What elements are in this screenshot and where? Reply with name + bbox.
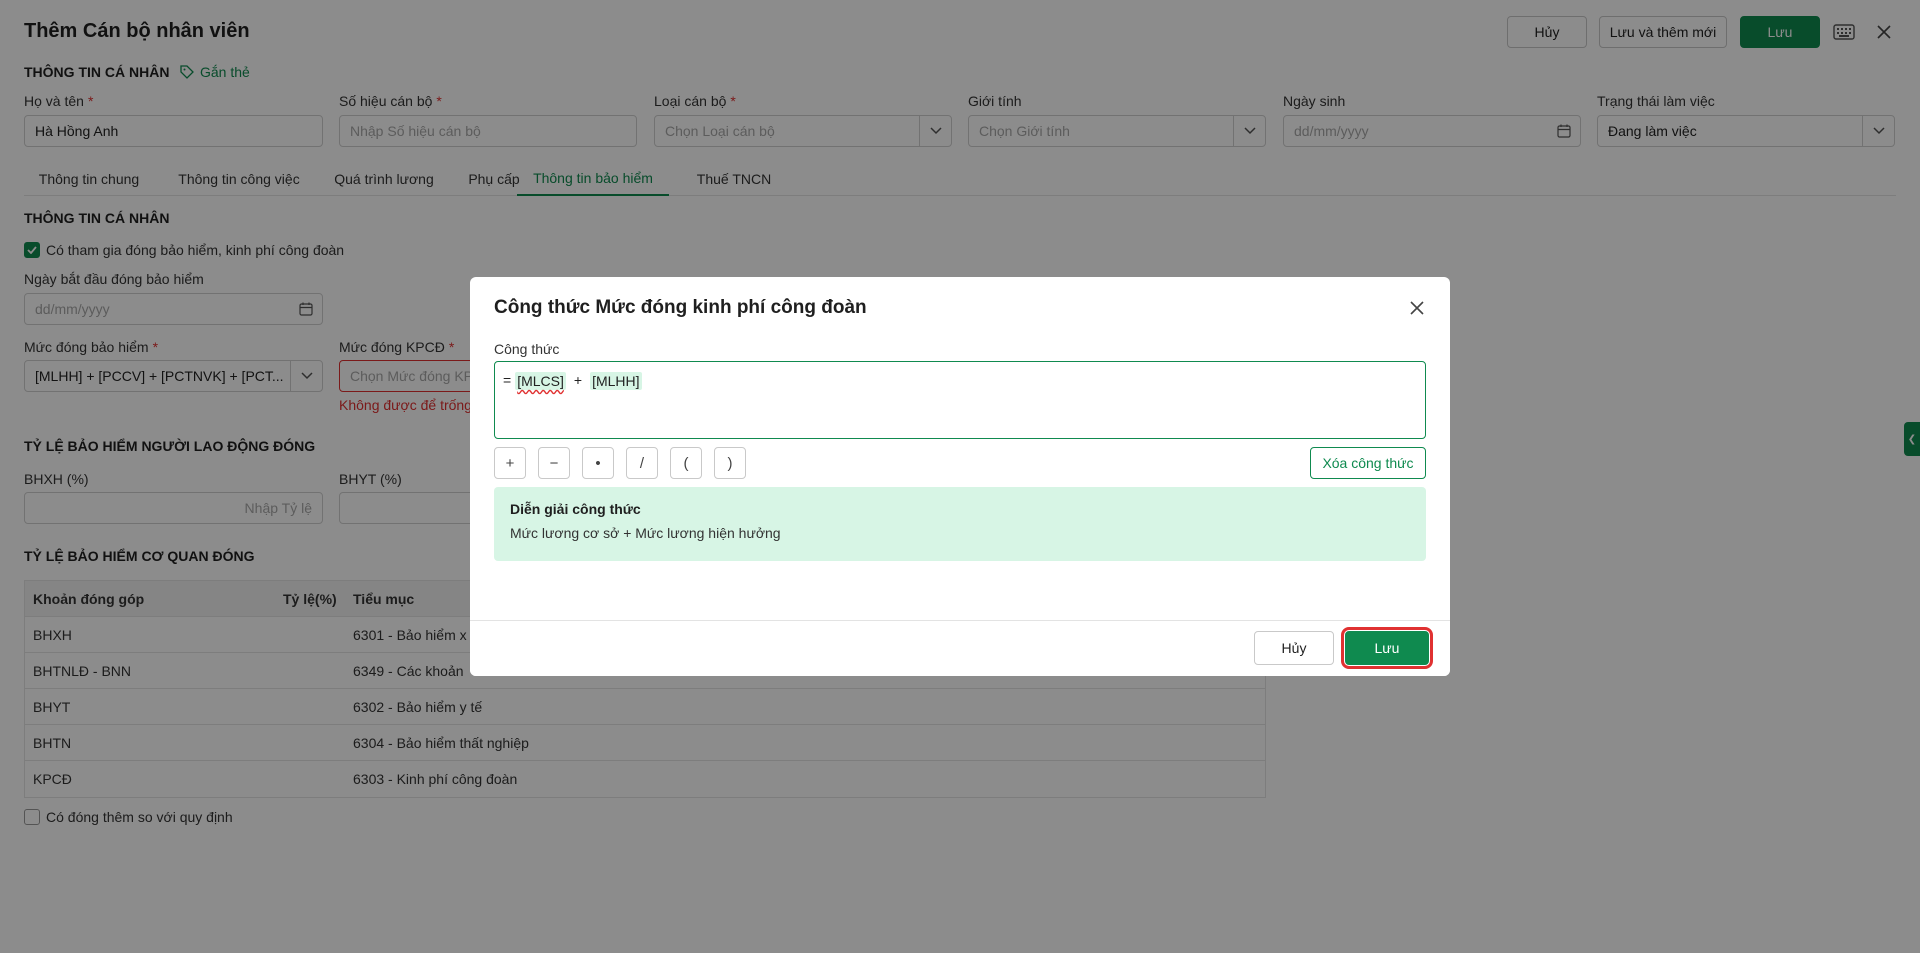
multiply-button[interactable]: • [582,447,614,479]
modal-title: Công thức Mức đóng kinh phí công đoàn [494,297,867,318]
divide-button[interactable]: / [626,447,658,479]
formula-operator: + [573,372,583,388]
formula-prefix: = [503,372,512,388]
formula-label: Công thức [494,341,560,357]
close-paren-button[interactable]: ) [714,447,746,479]
modal-footer: Hủy Lưu [470,620,1450,676]
explanation-text: Mức lương cơ sở + Mức lương hiện hưởng [510,525,781,541]
close-icon[interactable] [1404,295,1430,321]
open-paren-button[interactable]: ( [670,447,702,479]
modal-cancel-button[interactable]: Hủy [1254,631,1334,665]
modal-save-button[interactable]: Lưu [1341,627,1433,669]
minus-button[interactable]: − [538,447,570,479]
formula-modal: Công thức Mức đóng kinh phí công đoàn Cô… [470,277,1450,676]
formula-token[interactable]: [MLHH] [590,372,642,390]
plus-button[interactable]: + [494,447,526,479]
formula-token[interactable]: [MLCS] [515,372,566,390]
explanation-title: Diễn giải công thức [510,501,641,517]
clear-formula-button[interactable]: Xóa công thức [1310,447,1426,479]
formula-input[interactable]: = [MLCS] + [MLHH] [494,361,1426,439]
formula-explanation: Diễn giải công thức Mức lương cơ sở + Mứ… [494,487,1426,561]
